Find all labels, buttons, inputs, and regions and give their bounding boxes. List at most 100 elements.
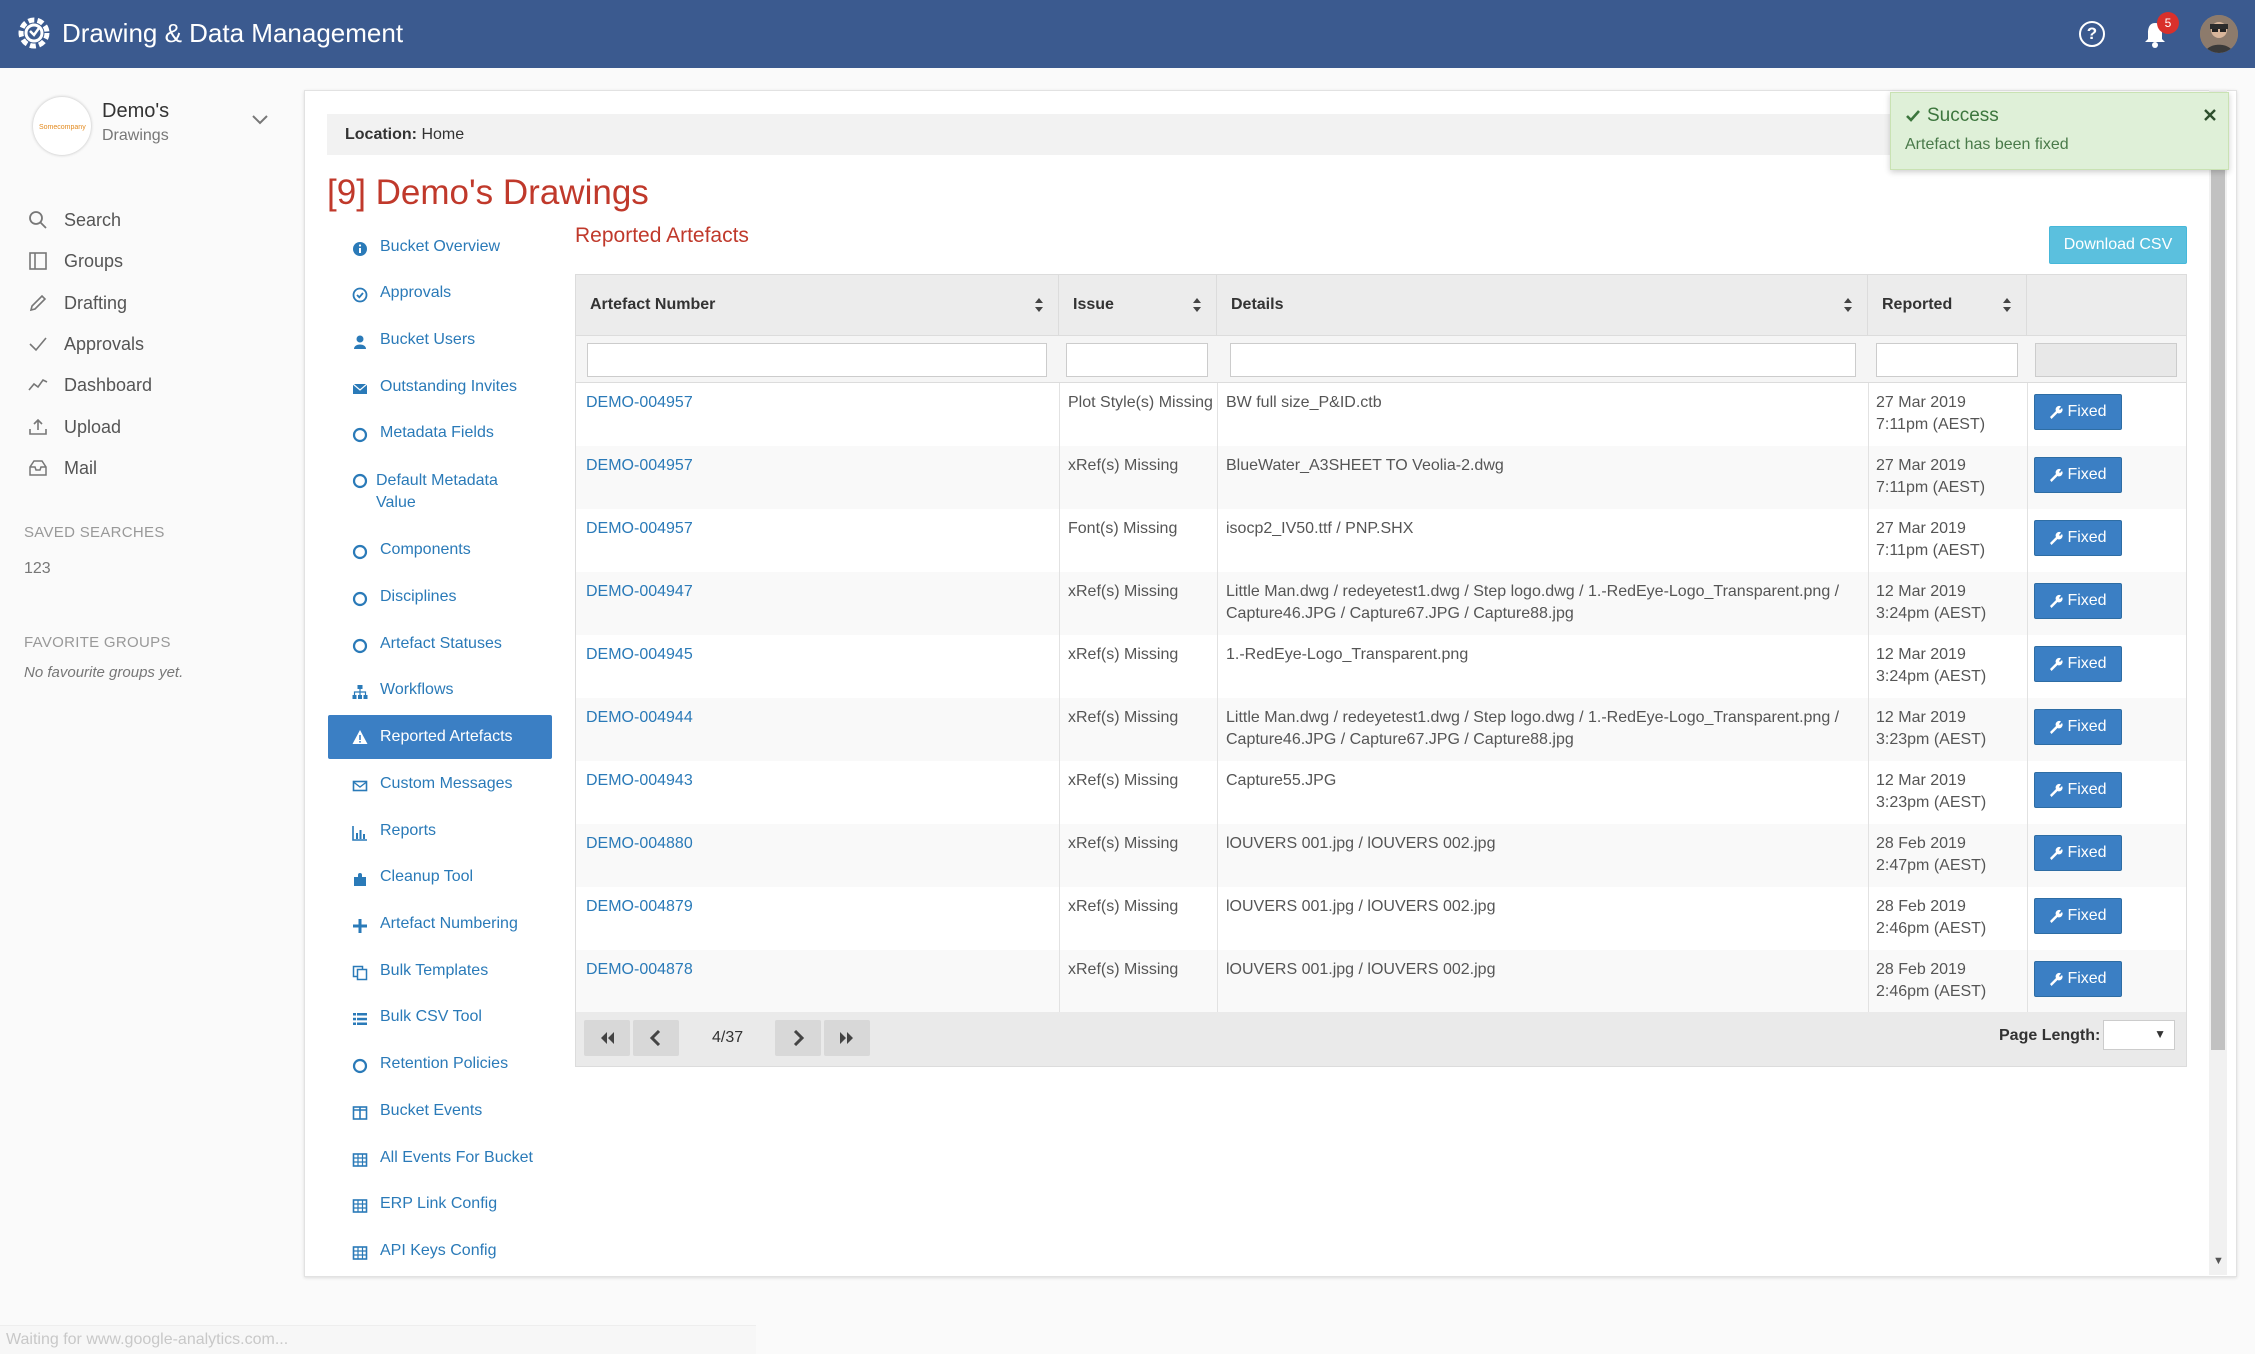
submenu-artefact-numbering[interactable]: Artefact Numbering [328,915,552,934]
submenu-api-keys-config[interactable]: API Keys Config [328,1242,552,1261]
filter-reported-input[interactable] [1876,343,2018,377]
submenu-bulk-templates[interactable]: Bulk Templates [328,962,552,981]
column-header-issue[interactable]: Issue [1059,275,1217,335]
artefact-number-link[interactable]: DEMO-004947 [586,581,693,603]
submenu-reports[interactable]: Reports [328,822,552,841]
scrollbar-thumb[interactable] [2211,95,2225,1050]
last-page-button[interactable] [824,1020,870,1056]
details-cell: Little Man.dwg / redeyetest1.dwg / Step … [1226,583,1840,622]
close-icon[interactable] [2204,109,2216,121]
column-header-artefact-number[interactable]: Artefact Number [576,275,1059,335]
submenu-custom-messages[interactable]: Custom Messages [328,775,552,794]
submenu-default-metadata-value[interactable]: Default Metadata Value [328,470,552,514]
table-header: Artefact Number Issue Details Reported [576,275,2186,336]
sort-icon [2003,298,2011,312]
column-divider [2027,761,2028,824]
fixed-button[interactable]: Fixed [2034,646,2122,682]
wrench-icon [2050,846,2063,860]
submenu-label: Bucket Overview [380,238,501,255]
user-avatar[interactable] [2200,15,2238,53]
artefact-number-link[interactable]: DEMO-004880 [586,833,693,855]
caret-down-icon: ▼ [2154,1027,2166,1041]
circle-icon [352,544,368,560]
submenu-bucket-users[interactable]: Bucket Users [328,331,552,350]
reported-cell: 27 Mar 2019 7:11pm (AEST) [1876,455,1996,499]
nav-groups[interactable]: Groups [28,246,123,276]
previous-page-button[interactable] [633,1020,679,1056]
issue-cell: xRef(s) Missing [1068,457,1179,474]
nav-approvals[interactable]: Approvals [28,329,144,359]
submenu-cleanup-tool[interactable]: Cleanup Tool [328,868,552,887]
breadcrumb-home[interactable]: Home [421,126,464,143]
fixed-button[interactable]: Fixed [2034,835,2122,871]
submenu-outstanding-invites[interactable]: Outstanding Invites [328,378,552,397]
filter-issue-input[interactable] [1066,343,1208,377]
fixed-button[interactable]: Fixed [2034,709,2122,745]
issue-cell: xRef(s) Missing [1068,835,1179,852]
column-divider [1059,950,1060,1013]
artefact-number-link[interactable]: DEMO-004945 [586,644,693,666]
saved-search-item[interactable]: 123 [24,560,51,578]
toast-message: Artefact has been fixed [1905,136,2069,153]
artefact-number-link[interactable]: DEMO-004878 [586,959,693,981]
chevron-down-icon[interactable] [252,112,268,128]
puzzle-icon [354,873,366,886]
submenu-label: Artefact Numbering [380,915,518,932]
artefact-number-link[interactable]: DEMO-004957 [586,392,693,414]
filter-details-input[interactable] [1230,343,1856,377]
artefact-number-link[interactable]: DEMO-004957 [586,455,693,477]
next-page-button[interactable] [775,1020,821,1056]
artefact-number-link[interactable]: DEMO-004944 [586,707,693,729]
submenu-erp-link-config[interactable]: ERP Link Config [328,1195,552,1214]
artefact-number-link[interactable]: DEMO-004879 [586,896,693,918]
scroll-down-arrow-icon[interactable]: ▼ [2213,1255,2224,1267]
submenu-reported-artefacts[interactable]: Reported Artefacts [328,715,552,759]
page-indicator: 4/37 [712,1029,744,1046]
nav-dashboard[interactable]: Dashboard [28,370,152,400]
help-icon[interactable]: ? [2079,21,2105,47]
artefact-number-link[interactable]: DEMO-004943 [586,770,693,792]
bucket-logo[interactable]: Somecompany [33,97,91,155]
artefact-number-link[interactable]: DEMO-004957 [586,518,693,540]
column-header-reported[interactable]: Reported [1868,275,2027,335]
download-csv-button[interactable]: Download CSV [2049,226,2187,264]
bucket-name[interactable]: Demo's [102,100,169,123]
submenu-all-events-for-bucket[interactable]: All Events For Bucket [328,1149,552,1168]
fixed-button[interactable]: Fixed [2034,394,2122,430]
page-length-select[interactable]: ▼ [2103,1020,2175,1050]
details-cell: lOUVERS 001.jpg / lOUVERS 002.jpg [1226,961,1496,978]
column-header-details[interactable]: Details [1217,275,1868,335]
submenu-label: Reported Artefacts [380,728,513,745]
submenu-workflows[interactable]: Workflows [328,681,552,700]
submenu-approvals[interactable]: Approvals [328,284,552,303]
nav-upload[interactable]: Upload [28,412,121,442]
fixed-button[interactable]: Fixed [2034,520,2122,556]
fixed-button[interactable]: Fixed [2034,898,2122,934]
submenu-bulk-csv-tool[interactable]: Bulk CSV Tool [328,1008,552,1027]
submenu-components[interactable]: Components [328,541,552,560]
reported-cell: 27 Mar 2019 7:11pm (AEST) [1876,518,1996,562]
submenu-metadata-fields[interactable]: Metadata Fields [328,424,552,443]
column-divider [1059,383,1060,446]
nav-search[interactable]: Search [28,205,121,235]
submenu-bucket-events[interactable]: Bucket Events [328,1102,552,1121]
submenu-bucket-overview[interactable]: Bucket Overview [328,238,552,257]
filter-artefact-number-input[interactable] [587,343,1047,377]
submenu-artefact-statuses[interactable]: Artefact Statuses [328,635,552,654]
check-circle-icon [352,287,368,303]
fixed-button-label: Fixed [2067,655,2107,672]
fixed-button[interactable]: Fixed [2034,772,2122,808]
section-title: Reported Artefacts [575,224,749,247]
list-icon [353,1013,367,1025]
column-divider [2027,698,2028,761]
submenu-retention-policies[interactable]: Retention Policies [328,1055,552,1074]
nav-drafting[interactable]: Drafting [28,288,127,318]
submenu-disciplines[interactable]: Disciplines [328,588,552,607]
first-page-button[interactable] [584,1020,630,1056]
nav-label: Mail [64,457,98,478]
app-logo-icon[interactable] [15,14,53,52]
fixed-button[interactable]: Fixed [2034,457,2122,493]
fixed-button[interactable]: Fixed [2034,961,2122,997]
fixed-button[interactable]: Fixed [2034,583,2122,619]
nav-mail[interactable]: Mail [28,453,97,483]
